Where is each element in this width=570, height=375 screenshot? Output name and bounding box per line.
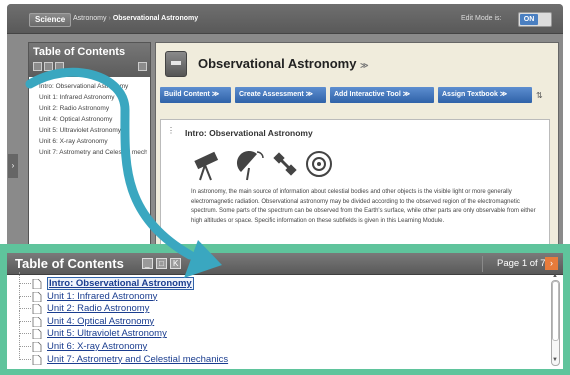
toc-sidebar: Table of Contents Intro: Observational A…: [28, 42, 151, 254]
toc-link[interactable]: Unit 4: Optical Astronomy: [47, 316, 154, 327]
build-content-button[interactable]: Build Content ≫: [160, 87, 231, 103]
scrollbar-thumb[interactable]: [552, 281, 559, 341]
drag-handle-icon[interactable]: ⋮: [167, 126, 175, 135]
tree-branch: [19, 297, 31, 310]
tree-branch: [19, 334, 31, 347]
toc-sidebar-item[interactable]: Unit 7: Astrometry and Celestial mechani…: [39, 147, 147, 158]
breadcrumb-item[interactable]: Astronomy: [73, 15, 106, 22]
minimize-icon[interactable]: [33, 62, 42, 71]
restore-icon[interactable]: □: [156, 258, 167, 269]
toc-sidebar-item[interactable]: Unit 1: Infrared Astronomy: [39, 92, 147, 103]
toc-link[interactable]: Unit 6: X-ray Astronomy: [47, 341, 147, 352]
scroll-down-icon[interactable]: ▼: [552, 357, 558, 363]
toc-link[interactable]: Unit 5: Ultraviolet Astronomy: [47, 328, 167, 339]
tree-branch: [19, 309, 31, 322]
toc-link[interactable]: Intro: Observational Astronomy: [47, 277, 194, 290]
toc-sidebar-item[interactable]: Unit 5: Ultraviolet Astronomy: [39, 125, 147, 136]
document-icon: [32, 291, 42, 302]
list-item[interactable]: Intro: Observational Astronomy: [15, 272, 540, 291]
zoom-toc-title: Table of Contents: [15, 256, 124, 271]
document-icon: [32, 341, 42, 352]
next-page-button[interactable]: ›: [545, 257, 558, 270]
page-indicator: Page 1 of 7: [497, 258, 546, 269]
create-assessment-button[interactable]: Create Assessment ≫: [235, 87, 326, 103]
add-interactive-tool-button[interactable]: Add Interactive Tool ≫: [330, 87, 434, 103]
toc-sidebar-title: Table of Contents: [33, 46, 126, 58]
toc-sidebar-list: Intro: Observational Astronomy Unit 1: I…: [39, 81, 147, 158]
toc-link[interactable]: Unit 1: Infrared Astronomy: [47, 291, 157, 302]
top-bar: Science Astronomy › Observational Astronom…: [7, 4, 563, 34]
document-icon: [32, 329, 42, 340]
close-icon[interactable]: [55, 62, 64, 71]
telescope-icon: [194, 151, 219, 181]
app-window: Science Astronomy › Observational Astronom…: [7, 4, 563, 254]
expand-sidebar-arrow-icon[interactable]: ›: [8, 154, 18, 178]
toc-link[interactable]: Unit 7: Astrometry and Celestial mechani…: [47, 354, 228, 365]
section-paragraph: In astronomy, the main source of informa…: [191, 189, 536, 224]
pin-icon[interactable]: [138, 62, 147, 71]
satellite-dish-icon: [236, 150, 264, 181]
breadcrumb-separator: ›: [108, 15, 111, 22]
restore-icon[interactable]: [44, 62, 53, 71]
list-item[interactable]: Unit 2: Radio Astronomy: [15, 297, 540, 316]
tree-branch: [19, 284, 31, 297]
zoom-toc-panel: Table of Contents _ □ K Page 1 of 7 › In…: [7, 253, 563, 369]
zoom-callout: Table of Contents _ □ K Page 1 of 7 › In…: [0, 244, 570, 375]
zoom-toc-header: Table of Contents _ □ K Page 1 of 7 ›: [7, 253, 563, 275]
sort-icon[interactable]: ⇅: [536, 91, 543, 100]
scrollbar[interactable]: [551, 280, 560, 366]
collapse-icon[interactable]: K: [170, 258, 181, 269]
list-item[interactable]: Unit 7: Astrometry and Celestial mechani…: [15, 347, 540, 367]
document-icon: [32, 354, 42, 365]
target-icon: [306, 151, 332, 177]
section-icons: [194, 150, 332, 181]
minimize-icon[interactable]: _: [142, 258, 153, 269]
page-title: Observational Astronomy ≫: [198, 56, 369, 71]
toc-sidebar-item[interactable]: Unit 4: Optical Astronomy: [39, 114, 147, 125]
document-icon: [32, 279, 42, 289]
dropdown-icon[interactable]: ≫: [360, 61, 368, 70]
list-item[interactable]: Unit 6: X-ray Astronomy: [15, 334, 540, 354]
assign-textbook-button[interactable]: Assign Textbook ≫: [438, 87, 532, 103]
book-icon: [165, 51, 187, 77]
zoom-toc-list: Intro: Observational Astronomy Unit 1: I…: [15, 272, 540, 367]
toc-sidebar-item[interactable]: Unit 6: X-ray Astronomy: [39, 136, 147, 147]
section-card: ⋮ Intro: Observational Astronomy In astr…: [160, 119, 550, 251]
content-area: Observational Astronomy ≫ Build Content …: [155, 42, 559, 254]
document-icon: [32, 316, 42, 327]
breadcrumb: Astronomy › Observational Astronomy: [73, 15, 198, 22]
list-item[interactable]: Unit 4: Optical Astronomy: [15, 309, 540, 329]
toc-sidebar-item[interactable]: Unit 2: Radio Astronomy: [39, 103, 147, 114]
tree-branch: [19, 272, 31, 284]
list-item[interactable]: Unit 1: Infrared Astronomy: [15, 284, 540, 304]
breadcrumb-current: Observational Astronomy: [112, 15, 199, 22]
edit-mode-toggle[interactable]: ON: [518, 12, 552, 27]
edit-mode-value: ON: [520, 14, 538, 25]
section-title: Intro: Observational Astronomy: [185, 128, 313, 138]
satellite-icon: [273, 152, 297, 176]
subject-button[interactable]: Science: [29, 13, 72, 27]
toc-sidebar-item[interactable]: Intro: Observational Astronomy: [39, 81, 147, 92]
edit-mode-label: Edit Mode is:: [461, 15, 502, 22]
list-item[interactable]: Unit 5: Ultraviolet Astronomy: [15, 322, 540, 341]
toc-link[interactable]: Unit 2: Radio Astronomy: [47, 303, 149, 314]
divider: [482, 256, 483, 272]
tree-branch: [19, 322, 31, 335]
document-icon: [32, 304, 42, 315]
scroll-up-icon[interactable]: ▲: [552, 273, 558, 279]
tree-branch: [19, 347, 31, 360]
